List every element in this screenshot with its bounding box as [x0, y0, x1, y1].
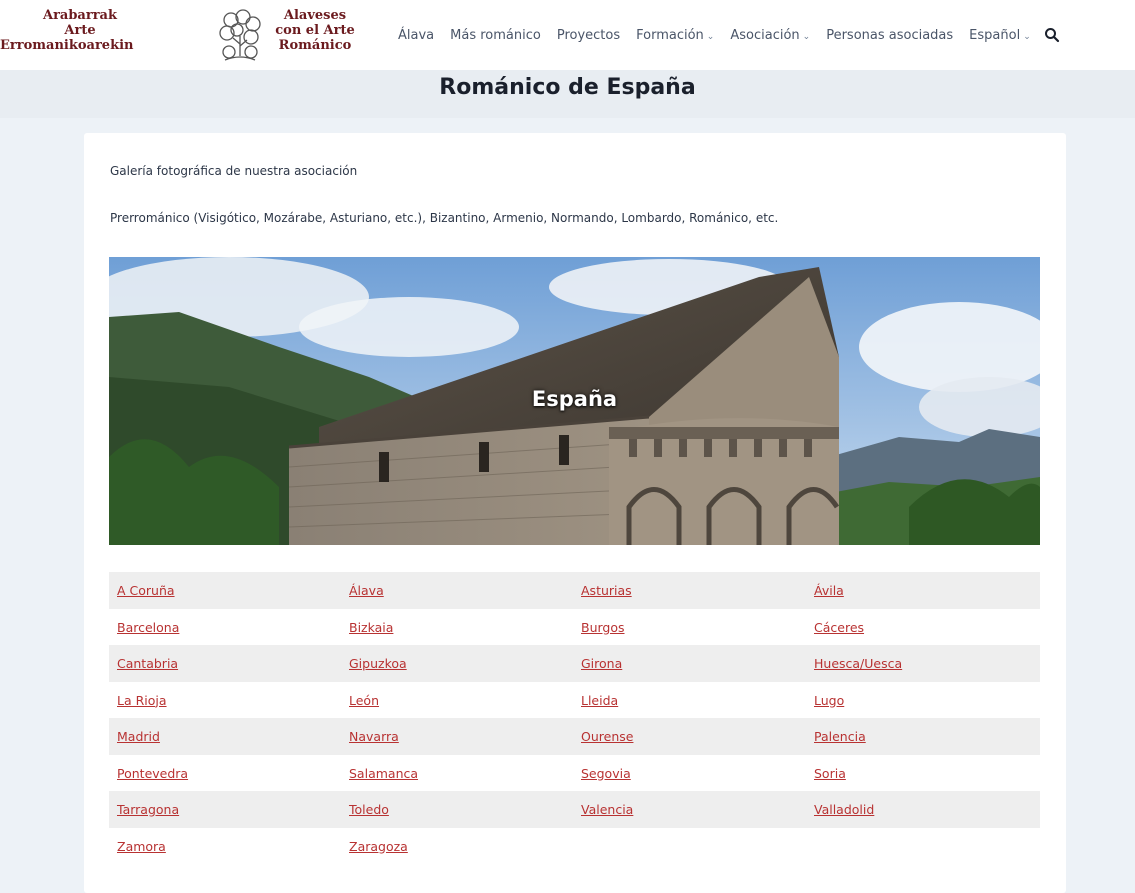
region-link[interactable]: Álava: [349, 583, 384, 598]
region-link[interactable]: Lugo: [814, 693, 844, 708]
chevron-down-icon: ⌄: [706, 31, 715, 42]
region-link[interactable]: La Rioja: [117, 693, 167, 708]
region-link[interactable]: Zaragoza: [349, 839, 408, 854]
table-row: Zamora Zaragoza: [109, 827, 1040, 864]
logo-line: Alaveses: [283, 8, 347, 23]
search-icon[interactable]: [1044, 27, 1060, 43]
region-link[interactable]: Valencia: [581, 802, 633, 817]
region-link[interactable]: Asturias: [581, 583, 632, 598]
region-link[interactable]: Segovia: [581, 766, 631, 781]
logo-line: Arabarrak: [42, 8, 117, 23]
region-link[interactable]: Huesca/Uesca: [814, 656, 902, 671]
site-logo[interactable]: Arabarrak Arte Erromanikoarekin Alaveses…: [0, 8, 370, 64]
page-title: Románico de España: [439, 75, 696, 100]
tree-logo-icon: [219, 9, 261, 61]
nav-item-personas-asociadas[interactable]: Personas asociadas: [826, 28, 953, 43]
nav-item-proyectos[interactable]: Proyectos: [557, 28, 620, 43]
region-link[interactable]: Madrid: [117, 729, 160, 744]
nav-item-asociacion[interactable]: Asociación ⌄: [730, 28, 810, 43]
region-link[interactable]: Soria: [814, 766, 846, 781]
region-link[interactable]: Bizkaia: [349, 620, 393, 635]
nav-item-label: Proyectos: [556, 27, 621, 43]
hero-label: España: [531, 387, 618, 411]
region-link[interactable]: Cantabria: [117, 656, 178, 671]
nav-item-formacion[interactable]: Formación ⌄: [636, 28, 714, 43]
region-link[interactable]: León: [349, 693, 379, 708]
regions-table: A Coruña Álava Asturias Ávila Barcelona Bizka…: [109, 572, 1040, 864]
nav-item-label: Formación: [636, 27, 704, 43]
table-row: Barcelona Bizkaia Burgos Cáceres: [109, 608, 1040, 645]
nav-item-label: Asociación: [730, 27, 800, 43]
table-row: Madrid Navarra Ourense Palencia: [109, 718, 1040, 755]
chevron-down-icon: ⌄: [802, 31, 811, 42]
table-row: Tarragona Toledo Valencia Valladolid: [109, 791, 1040, 828]
region-link[interactable]: Barcelona: [117, 620, 179, 635]
region-link[interactable]: Palencia: [814, 729, 866, 744]
region-link[interactable]: Salamanca: [349, 766, 418, 781]
region-link[interactable]: Lleida: [581, 693, 618, 708]
table-row: A Coruña Álava Asturias Ávila: [109, 572, 1040, 609]
region-link[interactable]: Gipuzkoa: [349, 656, 407, 671]
region-link[interactable]: Burgos: [581, 620, 625, 635]
logo-line: con el Arte: [275, 23, 355, 38]
main-nav: Álava Más románico Proyectos Formación ⌄ …: [398, 0, 1047, 70]
region-link[interactable]: Zamora: [117, 839, 166, 854]
region-link[interactable]: A Coruña: [117, 583, 175, 598]
site-header: Arabarrak Arte Erromanikoarekin Alaveses…: [0, 0, 1135, 70]
nav-item-mas-romanico[interactable]: Más románico: [450, 28, 541, 43]
intro-text: Galería fotográfica de nuestra asociació…: [110, 164, 358, 178]
region-link[interactable]: Navarra: [349, 729, 399, 744]
nav-item-label: Más románico: [450, 27, 541, 43]
nav-item-label: Personas asociadas: [826, 27, 954, 43]
table-row: Cantabria Gipuzkoa Girona Huesca/Uesca: [109, 645, 1040, 682]
table-row: Pontevedra Salamanca Segovia Soria: [109, 754, 1040, 791]
intro-styles-text: Prerrománico (Visigótico, Mozárabe, Astu…: [110, 211, 779, 225]
region-link[interactable]: Pontevedra: [117, 766, 188, 781]
language-switcher[interactable]: Español ⌄: [969, 28, 1031, 43]
nav-item-label: Álava: [398, 27, 435, 43]
logo-text-spanish: Alaveses con el Arte Románico: [270, 8, 360, 53]
logo-line: Erromanikoarekin: [0, 38, 134, 53]
region-link[interactable]: Cáceres: [814, 620, 864, 635]
nav-item-label: Español: [969, 27, 1021, 43]
logo-line: Arte: [64, 23, 96, 38]
table-row: La Rioja León Lleida Lugo: [109, 681, 1040, 718]
region-link[interactable]: Ávila: [814, 583, 844, 598]
logo-line: Románico: [278, 38, 352, 53]
region-link[interactable]: Valladolid: [814, 802, 874, 817]
hero-image-link[interactable]: España: [109, 257, 1040, 545]
logo-text-basque: Arabarrak Arte Erromanikoarekin: [0, 8, 215, 53]
region-link[interactable]: Girona: [581, 656, 622, 671]
region-link[interactable]: Toledo: [349, 802, 389, 817]
chevron-down-icon: ⌄: [1023, 31, 1031, 42]
nav-item-alava[interactable]: Álava: [398, 28, 434, 43]
region-link[interactable]: Ourense: [581, 729, 633, 744]
region-link[interactable]: Tarragona: [117, 802, 179, 817]
